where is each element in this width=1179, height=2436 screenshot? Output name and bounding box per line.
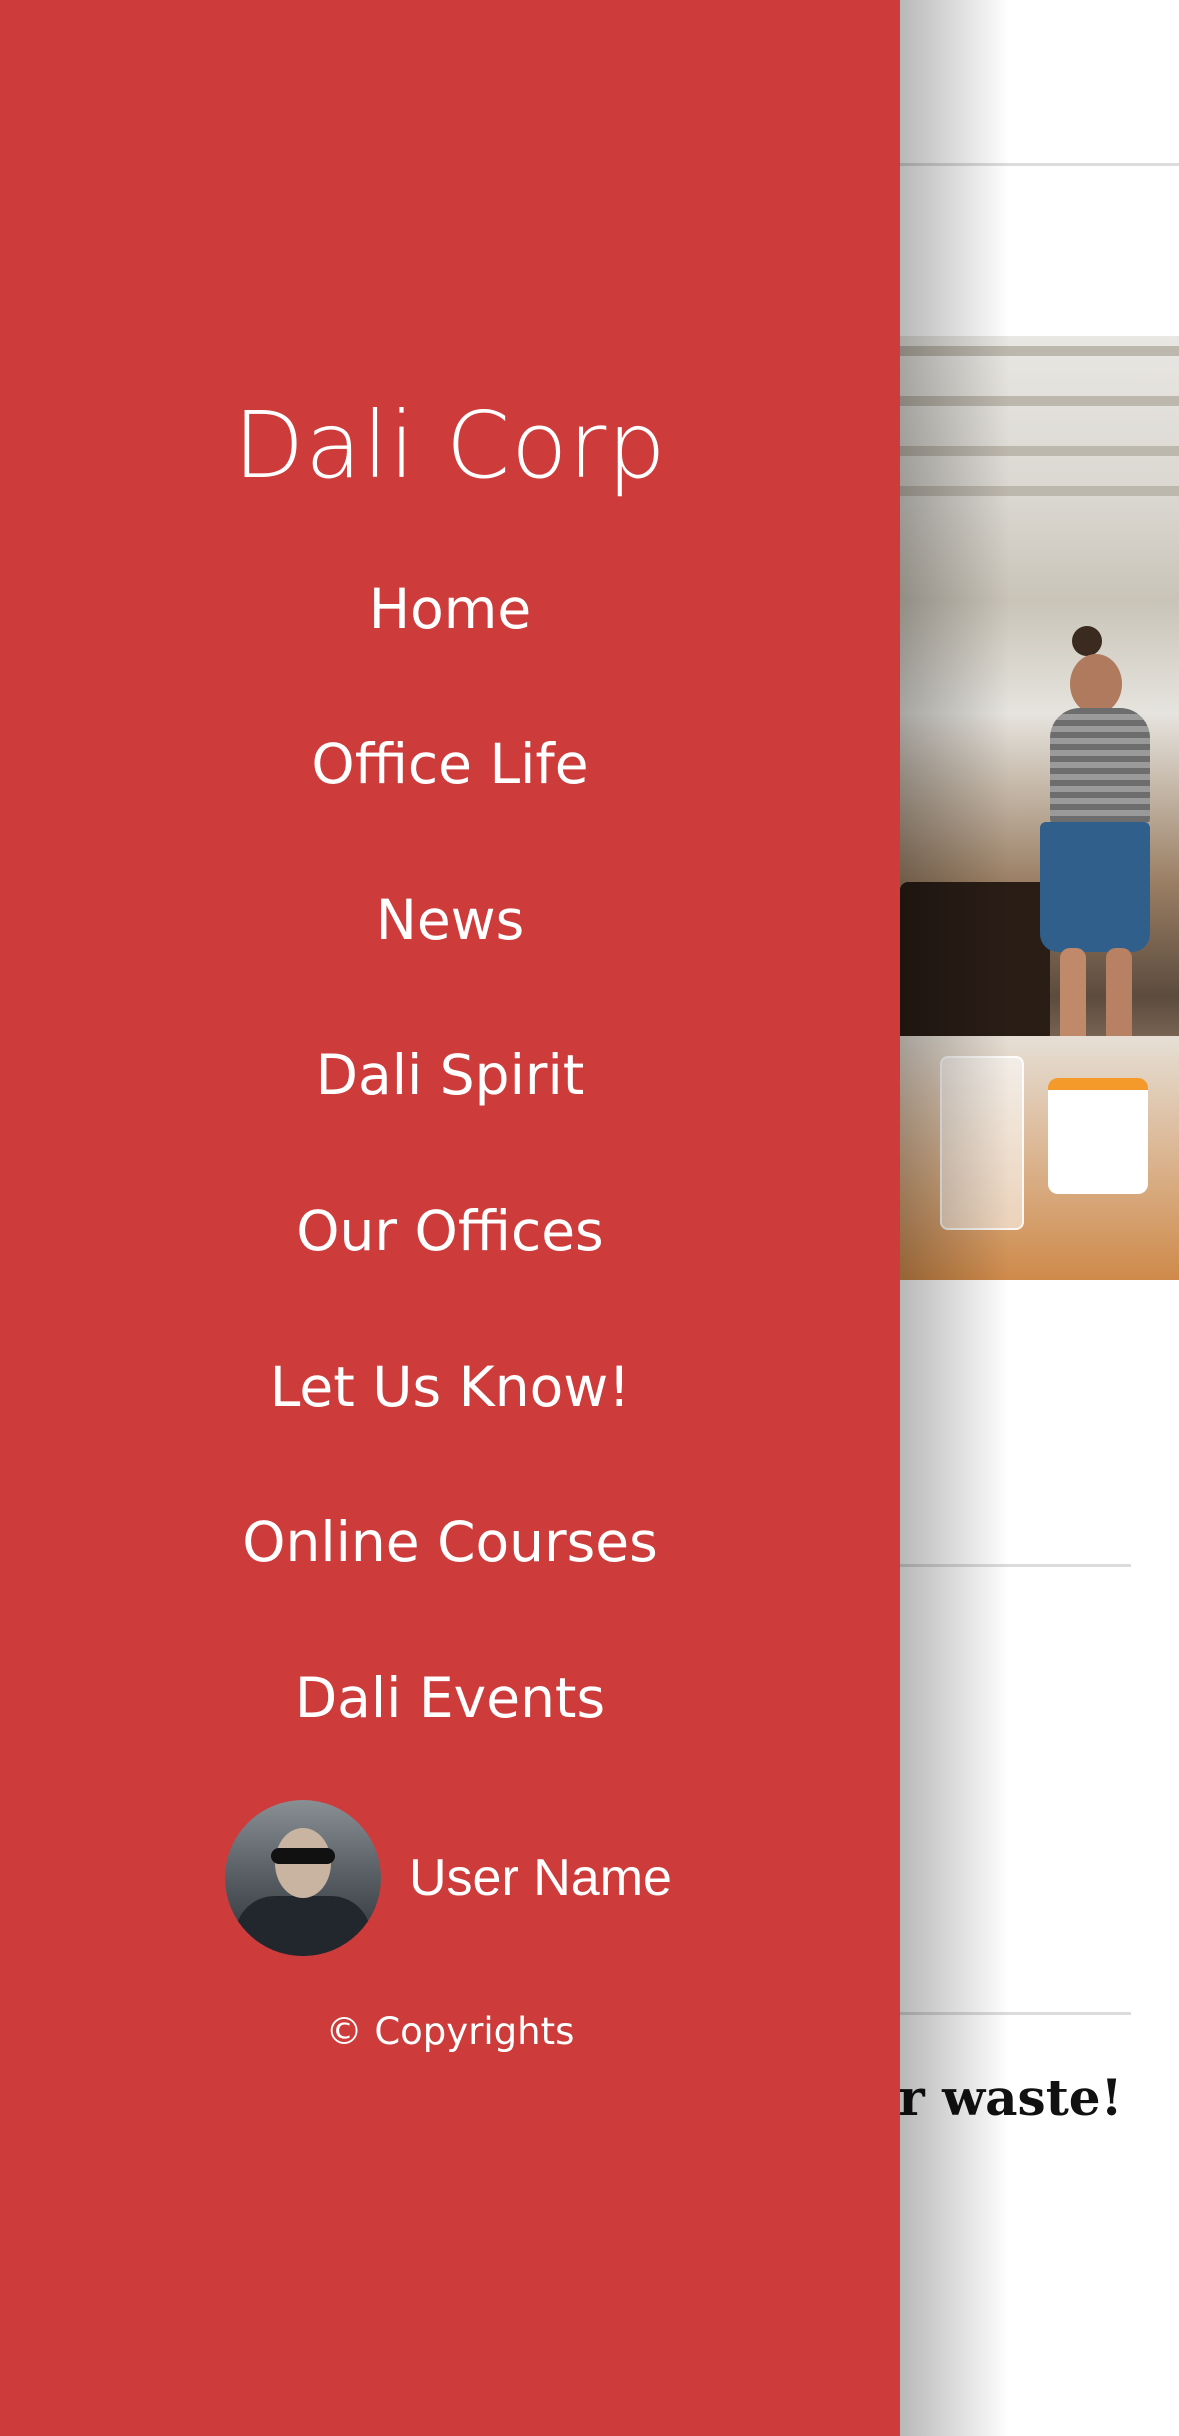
nav-item-dali-events[interactable]: Dali Events (0, 1666, 900, 1730)
person-head (1070, 654, 1122, 714)
person-shirt (1050, 708, 1150, 828)
nav-item-news[interactable]: News (0, 888, 900, 952)
nav-item-home[interactable]: Home (0, 577, 900, 641)
avatar-glasses (271, 1848, 335, 1864)
navigation-drawer: Dali Corp Home Office Life News Dali Spi… (0, 0, 900, 2436)
user-name[interactable]: User Name (409, 1848, 672, 1908)
copyright-text: © Copyrights (325, 2010, 575, 2053)
person-skirt (1040, 822, 1150, 952)
avatar-jacket (235, 1896, 371, 1956)
mug (1048, 1078, 1148, 1194)
nav-item-dali-spirit[interactable]: Dali Spirit (0, 1043, 900, 1107)
person-hair (1072, 626, 1102, 656)
nav-item-our-offices[interactable]: Our Offices (0, 1199, 900, 1263)
user-profile[interactable]: User Name (225, 1800, 672, 1956)
avatar[interactable] (225, 1800, 381, 1956)
drawer-shadow (900, 0, 1010, 2436)
brand-title: Dali Corp (233, 392, 667, 499)
nav-item-office-life[interactable]: Office Life (0, 732, 900, 796)
nav-item-online-courses[interactable]: Online Courses (0, 1510, 900, 1574)
nav-item-let-us-know[interactable]: Let Us Know! (0, 1355, 900, 1419)
